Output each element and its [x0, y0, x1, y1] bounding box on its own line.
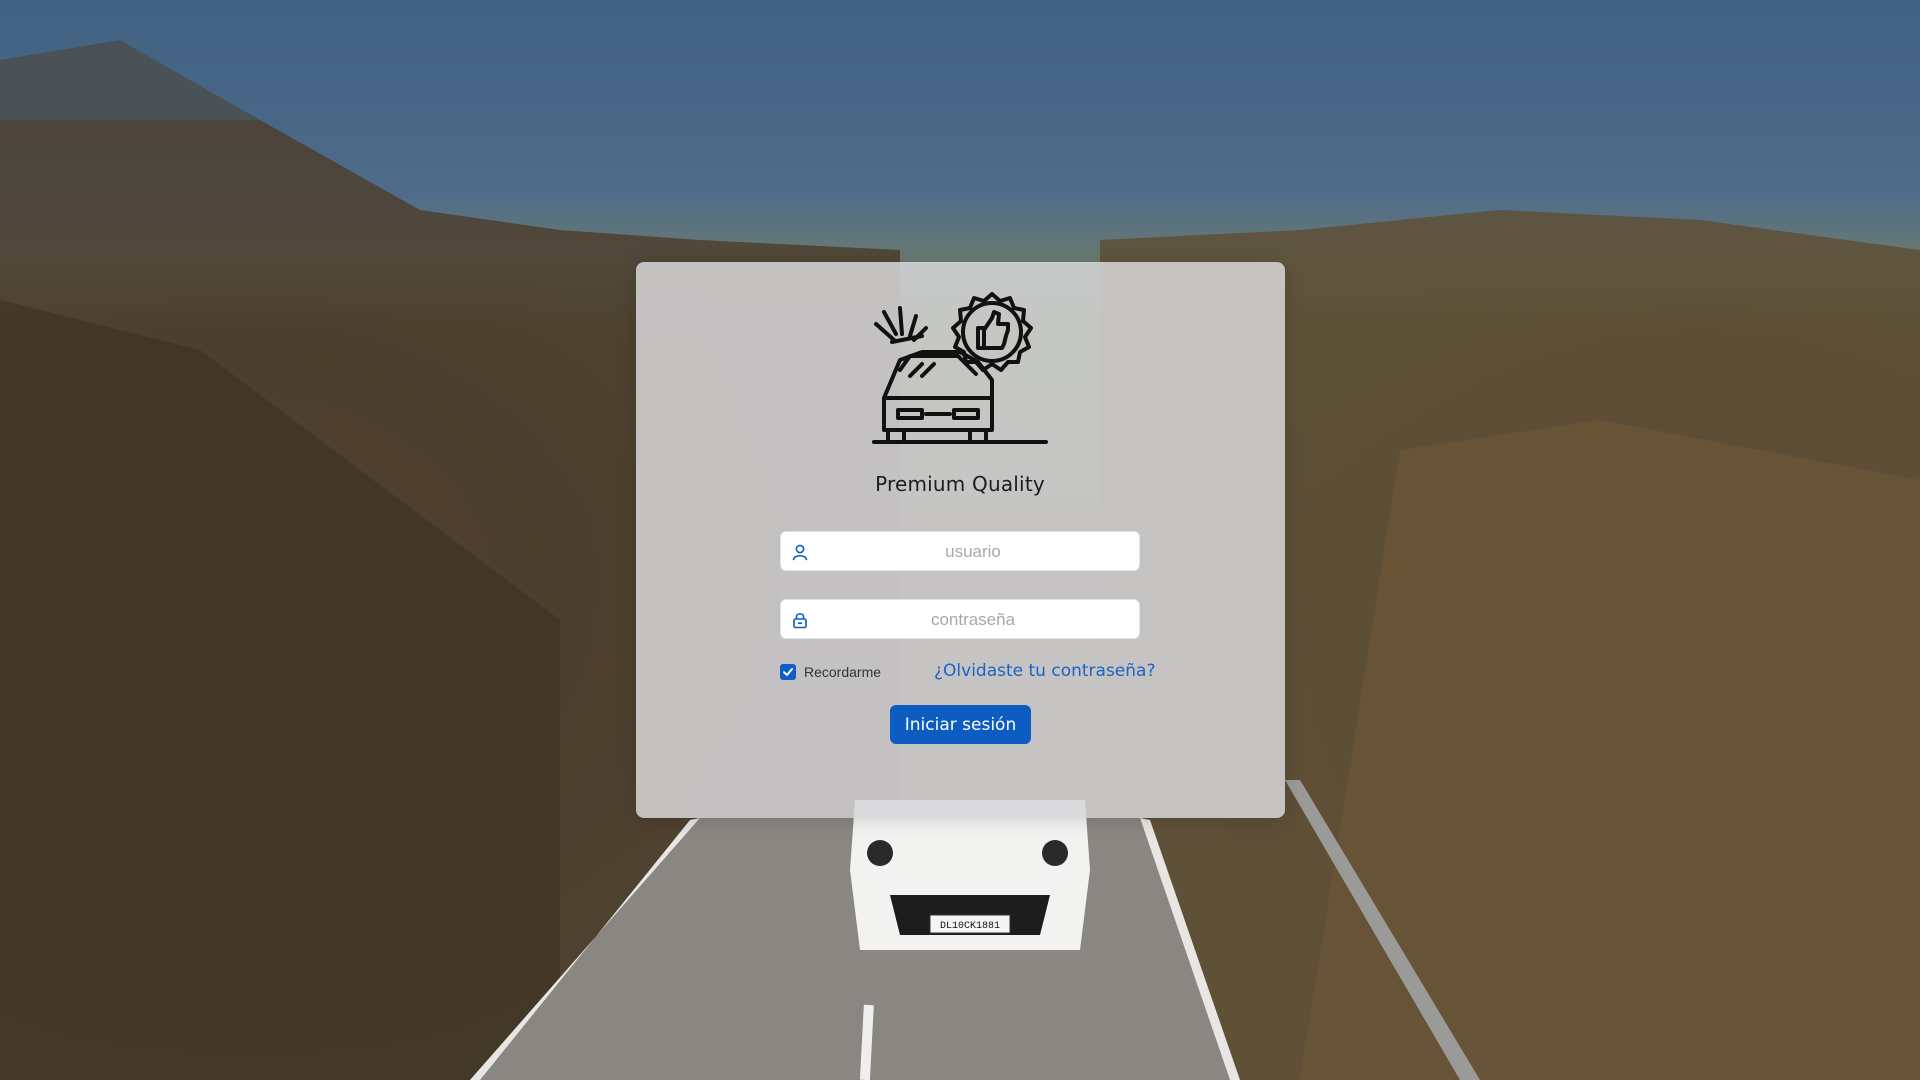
forgot-password-link[interactable]: ¿Olvidaste tu contraseña? — [934, 661, 1155, 681]
remember-me[interactable]: Recordarme — [780, 662, 881, 682]
brand-title: Premium Quality — [875, 472, 1045, 496]
license-plate: DL10CK1881 — [940, 921, 1000, 932]
checkmark-icon — [783, 668, 793, 676]
premium-quality-logo — [870, 290, 1050, 450]
username-input[interactable] — [821, 532, 1125, 572]
username-field[interactable] — [780, 531, 1140, 572]
remember-checkbox[interactable] — [780, 664, 796, 680]
remember-label: Recordarme — [804, 664, 882, 680]
user-icon — [791, 543, 809, 561]
lock-icon — [791, 611, 809, 629]
password-field[interactable] — [780, 599, 1140, 640]
login-button[interactable]: Iniciar sesión — [890, 705, 1031, 744]
password-input[interactable] — [821, 600, 1125, 640]
car-thumbs-up-icon — [872, 292, 1048, 444]
